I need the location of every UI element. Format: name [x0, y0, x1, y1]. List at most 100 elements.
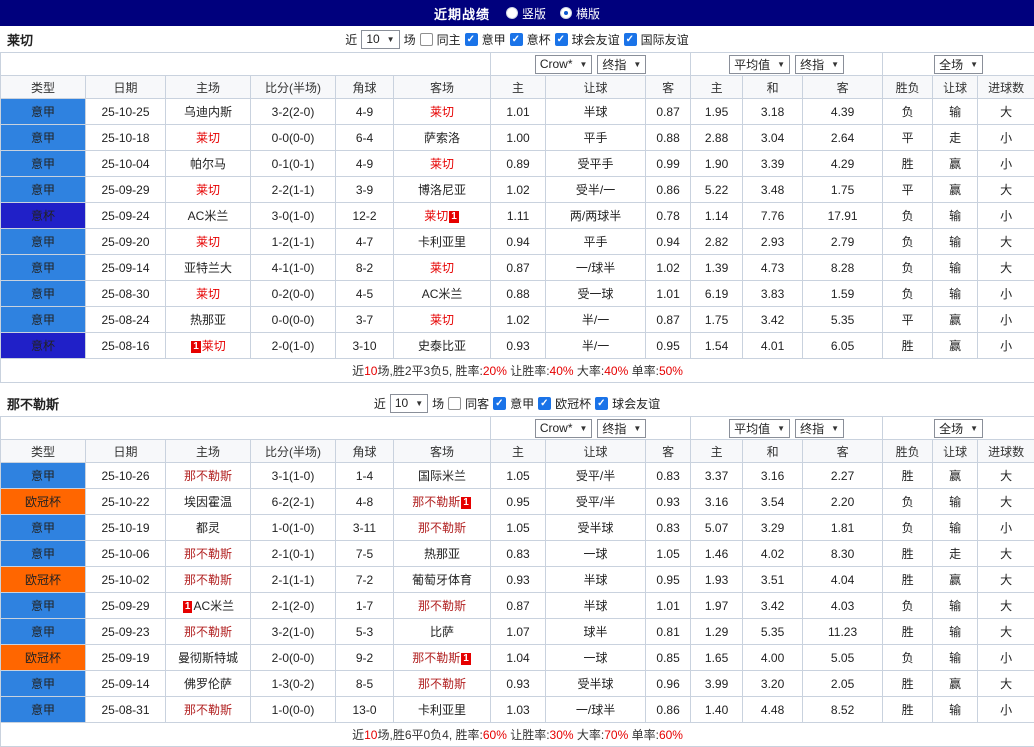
- europe-draw-odds: 7.76: [743, 203, 803, 229]
- asia-final-odds-select[interactable]: 终指▼: [597, 55, 646, 74]
- team-name-text[interactable]: 埃因霍温: [184, 495, 232, 509]
- team-name-text[interactable]: 萨索洛: [424, 131, 460, 145]
- team-name-text[interactable]: 那不勒斯: [418, 677, 466, 691]
- europe-final-odds-select[interactable]: 终指▼: [795, 419, 844, 438]
- score-halftime[interactable]: 2-0(1-0): [251, 333, 336, 359]
- team-name-text[interactable]: 莱切: [196, 183, 220, 197]
- score-halftime[interactable]: 1-0(0-0): [251, 697, 336, 723]
- score-halftime[interactable]: 0-2(0-0): [251, 281, 336, 307]
- team-name-text[interactable]: 莱切: [202, 339, 226, 353]
- score-halftime[interactable]: 3-0(1-0): [251, 203, 336, 229]
- europe-away-odds: 17.91: [803, 203, 883, 229]
- league-filter-checkbox[interactable]: [624, 33, 637, 46]
- team-name-text[interactable]: 比萨: [430, 625, 454, 639]
- league-filter-checkbox[interactable]: [493, 397, 506, 410]
- asia-away-odds: 1.01: [646, 593, 691, 619]
- team-name-text[interactable]: 佛罗伦萨: [184, 677, 232, 691]
- recent-count-select[interactable]: 10▼: [361, 30, 399, 49]
- bookmaker-select[interactable]: Crow*▼: [535, 55, 593, 74]
- team-name-text[interactable]: 热那亚: [190, 313, 226, 327]
- team-name-text[interactable]: 那不勒斯: [184, 547, 232, 561]
- league-filter-checkbox[interactable]: [538, 397, 551, 410]
- team-name-text[interactable]: 国际米兰: [418, 469, 466, 483]
- score-halftime[interactable]: 2-1(0-1): [251, 541, 336, 567]
- team-name-text[interactable]: 曼彻斯特城: [178, 651, 238, 665]
- fulltime-scope-select[interactable]: 全场▼: [934, 419, 983, 438]
- score-halftime[interactable]: 0-0(0-0): [251, 307, 336, 333]
- team-name-text[interactable]: 史泰比亚: [418, 339, 466, 353]
- europe-away-odds: 1.81: [803, 515, 883, 541]
- score-halftime[interactable]: 2-2(1-1): [251, 177, 336, 203]
- team-name-text[interactable]: 莱切: [196, 131, 220, 145]
- team-name-text[interactable]: 莱切: [196, 235, 220, 249]
- score-halftime[interactable]: 0-1(0-1): [251, 151, 336, 177]
- league-filter-checkbox[interactable]: [595, 397, 608, 410]
- score-halftime[interactable]: 3-2(2-0): [251, 99, 336, 125]
- sections: 莱切近10▼场同主意甲意杯球会友谊国际友谊Crow*▼终指▼平均值▼终指▼全场▼…: [0, 26, 1034, 747]
- team-name-text[interactable]: 莱切: [196, 287, 220, 301]
- league-filter-checkbox[interactable]: [510, 33, 523, 46]
- team-name-text[interactable]: AC米兰: [193, 599, 234, 613]
- same-venue-checkbox[interactable]: [420, 33, 433, 46]
- europe-away-odds: 2.27: [803, 463, 883, 489]
- score-halftime[interactable]: 1-2(1-1): [251, 229, 336, 255]
- summary-segment: 10: [364, 364, 377, 378]
- corners: 7-2: [336, 567, 394, 593]
- fulltime-scope-select[interactable]: 全场▼: [934, 55, 983, 74]
- corners: 1-7: [336, 593, 394, 619]
- view-option[interactable]: 竖版: [506, 5, 546, 22]
- score-halftime[interactable]: 0-0(0-0): [251, 125, 336, 151]
- team-name-text[interactable]: 那不勒斯: [184, 625, 232, 639]
- home-team-cell: 曼彻斯特城: [166, 645, 251, 671]
- bookmaker-select[interactable]: Crow*▼: [535, 419, 593, 438]
- asia-final-odds-select[interactable]: 终指▼: [597, 419, 646, 438]
- score-halftime[interactable]: 2-1(1-1): [251, 567, 336, 593]
- asia-home-odds: 0.88: [491, 281, 546, 307]
- team-name-text[interactable]: 亚特兰大: [184, 261, 232, 275]
- team-name-text[interactable]: 莱切: [430, 157, 454, 171]
- asia-home-odds: 0.93: [491, 671, 546, 697]
- score-halftime[interactable]: 3-2(1-0): [251, 619, 336, 645]
- recent-label: 近: [345, 31, 357, 48]
- score-halftime[interactable]: 3-1(1-0): [251, 463, 336, 489]
- score-halftime[interactable]: 4-1(1-0): [251, 255, 336, 281]
- europe-final-odds-select[interactable]: 终指▼: [795, 55, 844, 74]
- team-name-text[interactable]: 那不勒斯: [418, 521, 466, 535]
- team-name-text[interactable]: 热那亚: [424, 547, 460, 561]
- team-name-text[interactable]: 那不勒斯: [184, 573, 232, 587]
- team-name-text[interactable]: 那不勒斯: [418, 599, 466, 613]
- score-halftime[interactable]: 2-0(0-0): [251, 645, 336, 671]
- team-name-text[interactable]: 那不勒斯: [184, 469, 232, 483]
- team-name-text[interactable]: 乌迪内斯: [184, 105, 232, 119]
- score-halftime[interactable]: 1-0(1-0): [251, 515, 336, 541]
- away-team-cell: 莱切: [394, 151, 491, 177]
- score-halftime[interactable]: 1-3(0-2): [251, 671, 336, 697]
- team-name-text[interactable]: 莱切: [430, 105, 454, 119]
- team-name-text[interactable]: 帕尔马: [190, 157, 226, 171]
- team-name-text[interactable]: 莱切: [424, 209, 448, 223]
- recent-count-select[interactable]: 10▼: [390, 394, 428, 413]
- select-value: 平均值: [734, 56, 770, 73]
- score-halftime[interactable]: 6-2(2-1): [251, 489, 336, 515]
- league-filter-checkbox[interactable]: [555, 33, 568, 46]
- score-halftime[interactable]: 2-1(2-0): [251, 593, 336, 619]
- view-option[interactable]: 横版: [560, 5, 600, 22]
- team-name-text[interactable]: AC米兰: [188, 209, 229, 223]
- same-venue-checkbox[interactable]: [448, 397, 461, 410]
- average-odds-select[interactable]: 平均值▼: [729, 55, 790, 74]
- team-name-text[interactable]: 都灵: [196, 521, 220, 535]
- team-name-text[interactable]: 卡利亚里: [418, 235, 466, 249]
- team-name-text[interactable]: 博洛尼亚: [418, 183, 466, 197]
- team-name-text[interactable]: 卡利亚里: [418, 703, 466, 717]
- team-name-text[interactable]: AC米兰: [422, 287, 463, 301]
- team-name-text[interactable]: 莱切: [430, 313, 454, 327]
- europe-away-odds: 2.05: [803, 671, 883, 697]
- team-name-text[interactable]: 那不勒斯: [412, 651, 460, 665]
- result-outcome: 胜: [883, 619, 933, 645]
- team-name-text[interactable]: 那不勒斯: [184, 703, 232, 717]
- team-name-text[interactable]: 莱切: [430, 261, 454, 275]
- team-name-text[interactable]: 那不勒斯: [412, 495, 460, 509]
- team-name-text[interactable]: 葡萄牙体育: [412, 573, 472, 587]
- average-odds-select[interactable]: 平均值▼: [729, 419, 790, 438]
- league-filter-checkbox[interactable]: [465, 33, 478, 46]
